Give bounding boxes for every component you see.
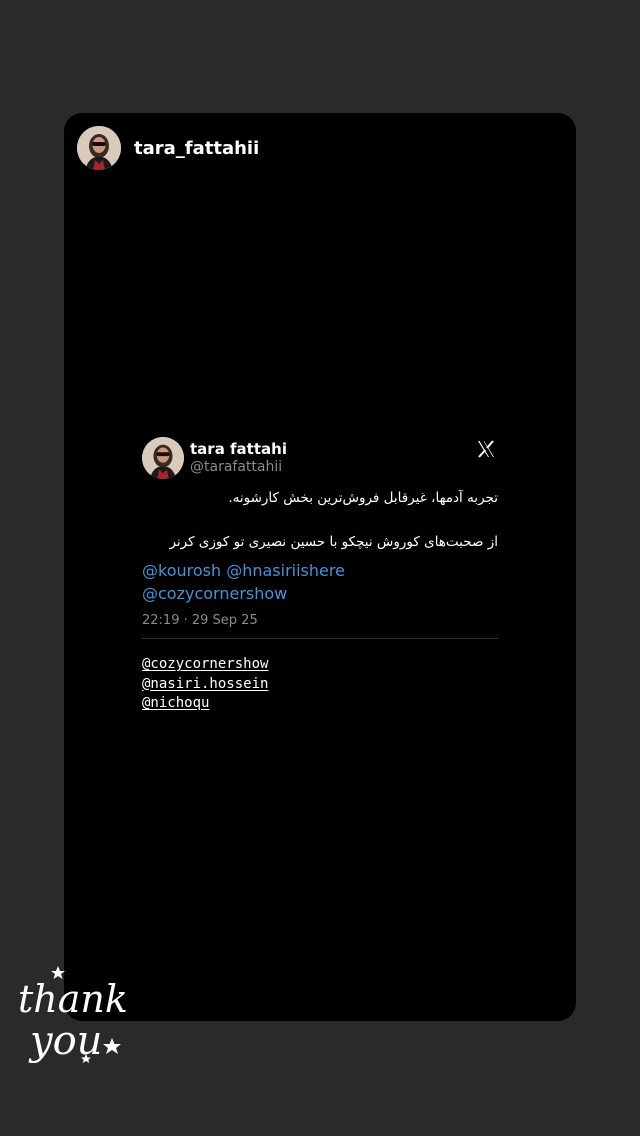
tweet-card: tara fattahi @tarafattahii تجربه آدمها، …	[142, 437, 498, 714]
sticker-text: you	[28, 1018, 102, 1064]
story-header[interactable]: tara_fattahii	[77, 126, 259, 170]
avatar[interactable]	[77, 126, 121, 170]
story-username[interactable]: tara_fattahii	[134, 138, 259, 159]
mention-link[interactable]: @cozycornershow	[142, 584, 287, 603]
tweet-text-line: تجربه آدمها، غیرقابل فروش‌ترین بخش کارشو…	[228, 490, 498, 506]
mention-link[interactable]: @hnasiriishere	[226, 561, 345, 580]
tag-link[interactable]: @nasiri.hossein	[142, 675, 498, 695]
story-card: tara_fattahii tara fattahi @tarafattahii	[64, 113, 576, 1021]
tag-link[interactable]: @nichoqu	[142, 694, 498, 714]
tweet-avatar	[142, 437, 184, 479]
sticker-text: thank	[18, 977, 128, 1021]
tweet-text-line: از صحبت‌های کوروش نیچکو با حسین نصیری تو…	[169, 534, 498, 550]
tweet-handle: @tarafattahii	[190, 459, 283, 475]
tag-link[interactable]: @cozycornershow	[142, 655, 498, 675]
tweet-text: تجربه آدمها، غیرقابل فروش‌ترین بخش کارشو…	[142, 487, 498, 553]
tweet-mentions: @kourosh @hnasiriishere @cozycornershow	[142, 559, 498, 605]
tweet-header: tara fattahi @tarafattahii	[142, 437, 498, 479]
star-icon	[103, 1038, 121, 1054]
divider	[142, 638, 498, 639]
tag-list: @cozycornershow @nasiri.hossein @nichoqu	[142, 655, 498, 714]
tweet-timestamp: 22:19 · 29 Sep 25	[142, 613, 258, 628]
tweet-display-name: tara fattahi	[190, 440, 287, 458]
thank-you-sticker[interactable]: thank you	[16, 962, 136, 1072]
mention-link[interactable]: @kourosh	[142, 561, 221, 580]
x-logo-icon	[478, 440, 494, 458]
